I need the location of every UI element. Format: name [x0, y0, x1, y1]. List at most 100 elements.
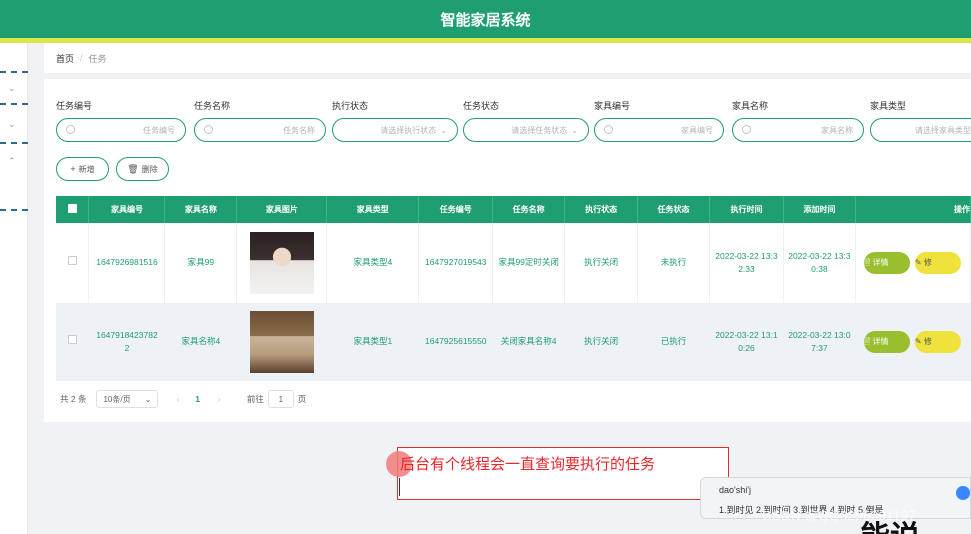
filter-label-task-status: 任务状态 — [463, 101, 500, 111]
cell-furniture-type: 家具类型1 — [326, 303, 420, 381]
sidebar-divider — [0, 71, 28, 73]
furniture-image[interactable] — [249, 231, 314, 294]
cell-furniture-type: 家具类型4 — [326, 223, 420, 304]
row-checkbox[interactable] — [56, 303, 90, 381]
add-button[interactable]: + 新增 — [56, 157, 109, 181]
table-row[interactable]: 1647926981516 家具99 家具类型4 1647927019543 家… — [56, 223, 971, 304]
task-status-select[interactable]: 请选择任务状态 ⌄ — [463, 118, 589, 142]
plus-icon: + — [70, 164, 76, 174]
pagination-total: 共 2 条 — [60, 394, 87, 404]
search-icon — [66, 125, 75, 134]
page-size-select[interactable]: 10条/页 ⌄ — [96, 390, 159, 408]
cell-task-status: 未执行 — [637, 223, 711, 304]
edit-icon: ✎ — [914, 257, 924, 267]
table-row[interactable]: 1647918423782 2 家具名称4 家具类型1 164792561555… — [56, 303, 971, 381]
cell-task-no: 1647925615550 — [418, 303, 494, 381]
row-checkbox[interactable] — [56, 223, 90, 304]
sidebar-divider — [0, 142, 28, 144]
trash-icon: 🗑 — [127, 163, 139, 174]
cell-add-time: 2022-03-22 13:07:37 — [783, 303, 856, 381]
column-header: 家具名称 — [164, 196, 238, 223]
breadcrumb-separator: / — [80, 53, 83, 63]
cell-add-time: 2022-03-22 13:30:38 — [783, 223, 856, 304]
column-header: 操作 — [855, 196, 971, 223]
ime-pinyin: dao'shi'j — [719, 485, 751, 495]
input-placeholder: 家具编号 — [681, 125, 713, 135]
task-no-input[interactable]: 任务编号 — [56, 118, 186, 142]
goto-label: 前往 — [246, 394, 264, 404]
chevron-down-icon: ⌄ — [571, 125, 578, 135]
column-header: 执行时间 — [709, 196, 784, 223]
document-icon: 🗎 — [863, 336, 873, 346]
page-size-value: 10条/页 — [103, 394, 131, 404]
next-page-icon[interactable]: › — [218, 394, 221, 404]
chevron-up-icon[interactable]: ⌃ — [8, 156, 16, 167]
edit-button[interactable]: ✎ 修 — [914, 251, 961, 274]
cell-exec-status: 执行关闭 — [564, 223, 639, 304]
detail-button-label: 详情 — [872, 336, 889, 346]
table-header-row: 家具编号 家具名称 家具图片 家具类型 任务编号 任务名称 执行状态 任务状态 … — [56, 196, 971, 223]
app-title: 智能家居系统 — [440, 11, 531, 29]
chevron-down-icon[interactable]: ⌄ — [8, 119, 16, 130]
filter-label-furniture-name: 家具名称 — [732, 101, 769, 111]
add-button-label: 新增 — [78, 164, 95, 174]
select-placeholder: 请选择任务状态 — [511, 125, 568, 135]
goto-page-input[interactable]: 1 — [267, 390, 294, 408]
slide-text-fragment: 能说 — [860, 512, 920, 534]
sidebar-divider — [0, 103, 28, 105]
cell-furniture-no: 1647926981516 — [88, 223, 166, 304]
search-icon — [742, 125, 751, 134]
page-number-current[interactable]: 1 — [195, 394, 200, 404]
select-placeholder: 请选择家具类型 — [915, 125, 971, 135]
cell-task-status: 已执行 — [637, 303, 711, 381]
detail-button[interactable]: 🗎 详情 — [863, 251, 910, 274]
input-placeholder: 家具名称 — [821, 125, 853, 135]
goto-unit: 页 — [297, 394, 307, 404]
furniture-type-select[interactable]: 请选择家具类型 — [870, 118, 971, 142]
column-header: 任务编号 — [418, 196, 494, 223]
furniture-name-input[interactable]: 家具名称 — [732, 118, 864, 142]
detail-button-label: 详情 — [872, 257, 889, 267]
breadcrumb-current: 任务 — [88, 53, 107, 64]
column-header: 家具类型 — [326, 196, 420, 223]
sidebar-divider — [0, 209, 28, 211]
column-header: 执行状态 — [564, 196, 639, 223]
chevron-down-icon: ⌄ — [144, 394, 152, 404]
cell-furniture-image — [236, 303, 328, 381]
filter-label-task-no: 任务编号 — [56, 101, 93, 111]
ime-status-icon — [956, 486, 970, 500]
cell-task-name: 关闭家具名称4 — [492, 303, 566, 381]
delete-button[interactable]: 🗑 删除 — [116, 157, 169, 181]
cell-exec-status: 执行关闭 — [564, 303, 639, 381]
sidebar: ⌄ ⌄ ⌃ — [0, 43, 28, 534]
chevron-down-icon[interactable]: ⌄ — [8, 83, 16, 94]
detail-button[interactable]: 🗎 详情 — [863, 330, 910, 353]
column-header: 任务名称 — [492, 196, 566, 223]
task-name-input[interactable]: 任务名称 — [194, 118, 326, 142]
edit-button-label: 修 — [923, 257, 932, 267]
document-icon: 🗎 — [863, 257, 873, 267]
cell-furniture-image — [236, 223, 328, 304]
pagination: 共 2 条 10条/页 ⌄ ‹ 1 › 前往 1 页 — [60, 390, 306, 408]
column-header: 任务状态 — [637, 196, 711, 223]
filter-label-exec-status: 执行状态 — [332, 101, 369, 111]
search-icon — [604, 125, 613, 134]
furniture-no-input[interactable]: 家具编号 — [594, 118, 724, 142]
prev-page-icon[interactable]: ‹ — [176, 394, 179, 404]
column-header: 添加时间 — [783, 196, 856, 223]
cell-operations: 🗎 详情 ✎ 修 — [855, 223, 971, 304]
select-all-checkbox[interactable] — [56, 196, 90, 223]
select-placeholder: 请选择执行状态 — [380, 125, 437, 135]
exec-status-select[interactable]: 请选择执行状态 ⌄ — [332, 118, 458, 142]
filter-label-furniture-type: 家具类型 — [870, 101, 907, 111]
furniture-image[interactable] — [249, 310, 314, 373]
task-table: 家具编号 家具名称 家具图片 家具类型 任务编号 任务名称 执行状态 任务状态 … — [56, 196, 971, 381]
edit-button[interactable]: ✎ 修 — [914, 330, 961, 353]
breadcrumb-home[interactable]: 首页 — [56, 52, 74, 65]
delete-button-label: 删除 — [141, 164, 158, 174]
cell-exec-time: 2022-03-22 13:32:33 — [709, 223, 784, 304]
app-header: 智能家居系统 — [0, 0, 971, 38]
text-caret — [399, 478, 400, 496]
cell-operations: 🗎 详情 ✎ 修 — [855, 303, 971, 381]
content-panel: 任务编号 任务名称 执行状态 任务状态 家具编号 家具名称 家具类型 任务编号 … — [44, 79, 971, 422]
